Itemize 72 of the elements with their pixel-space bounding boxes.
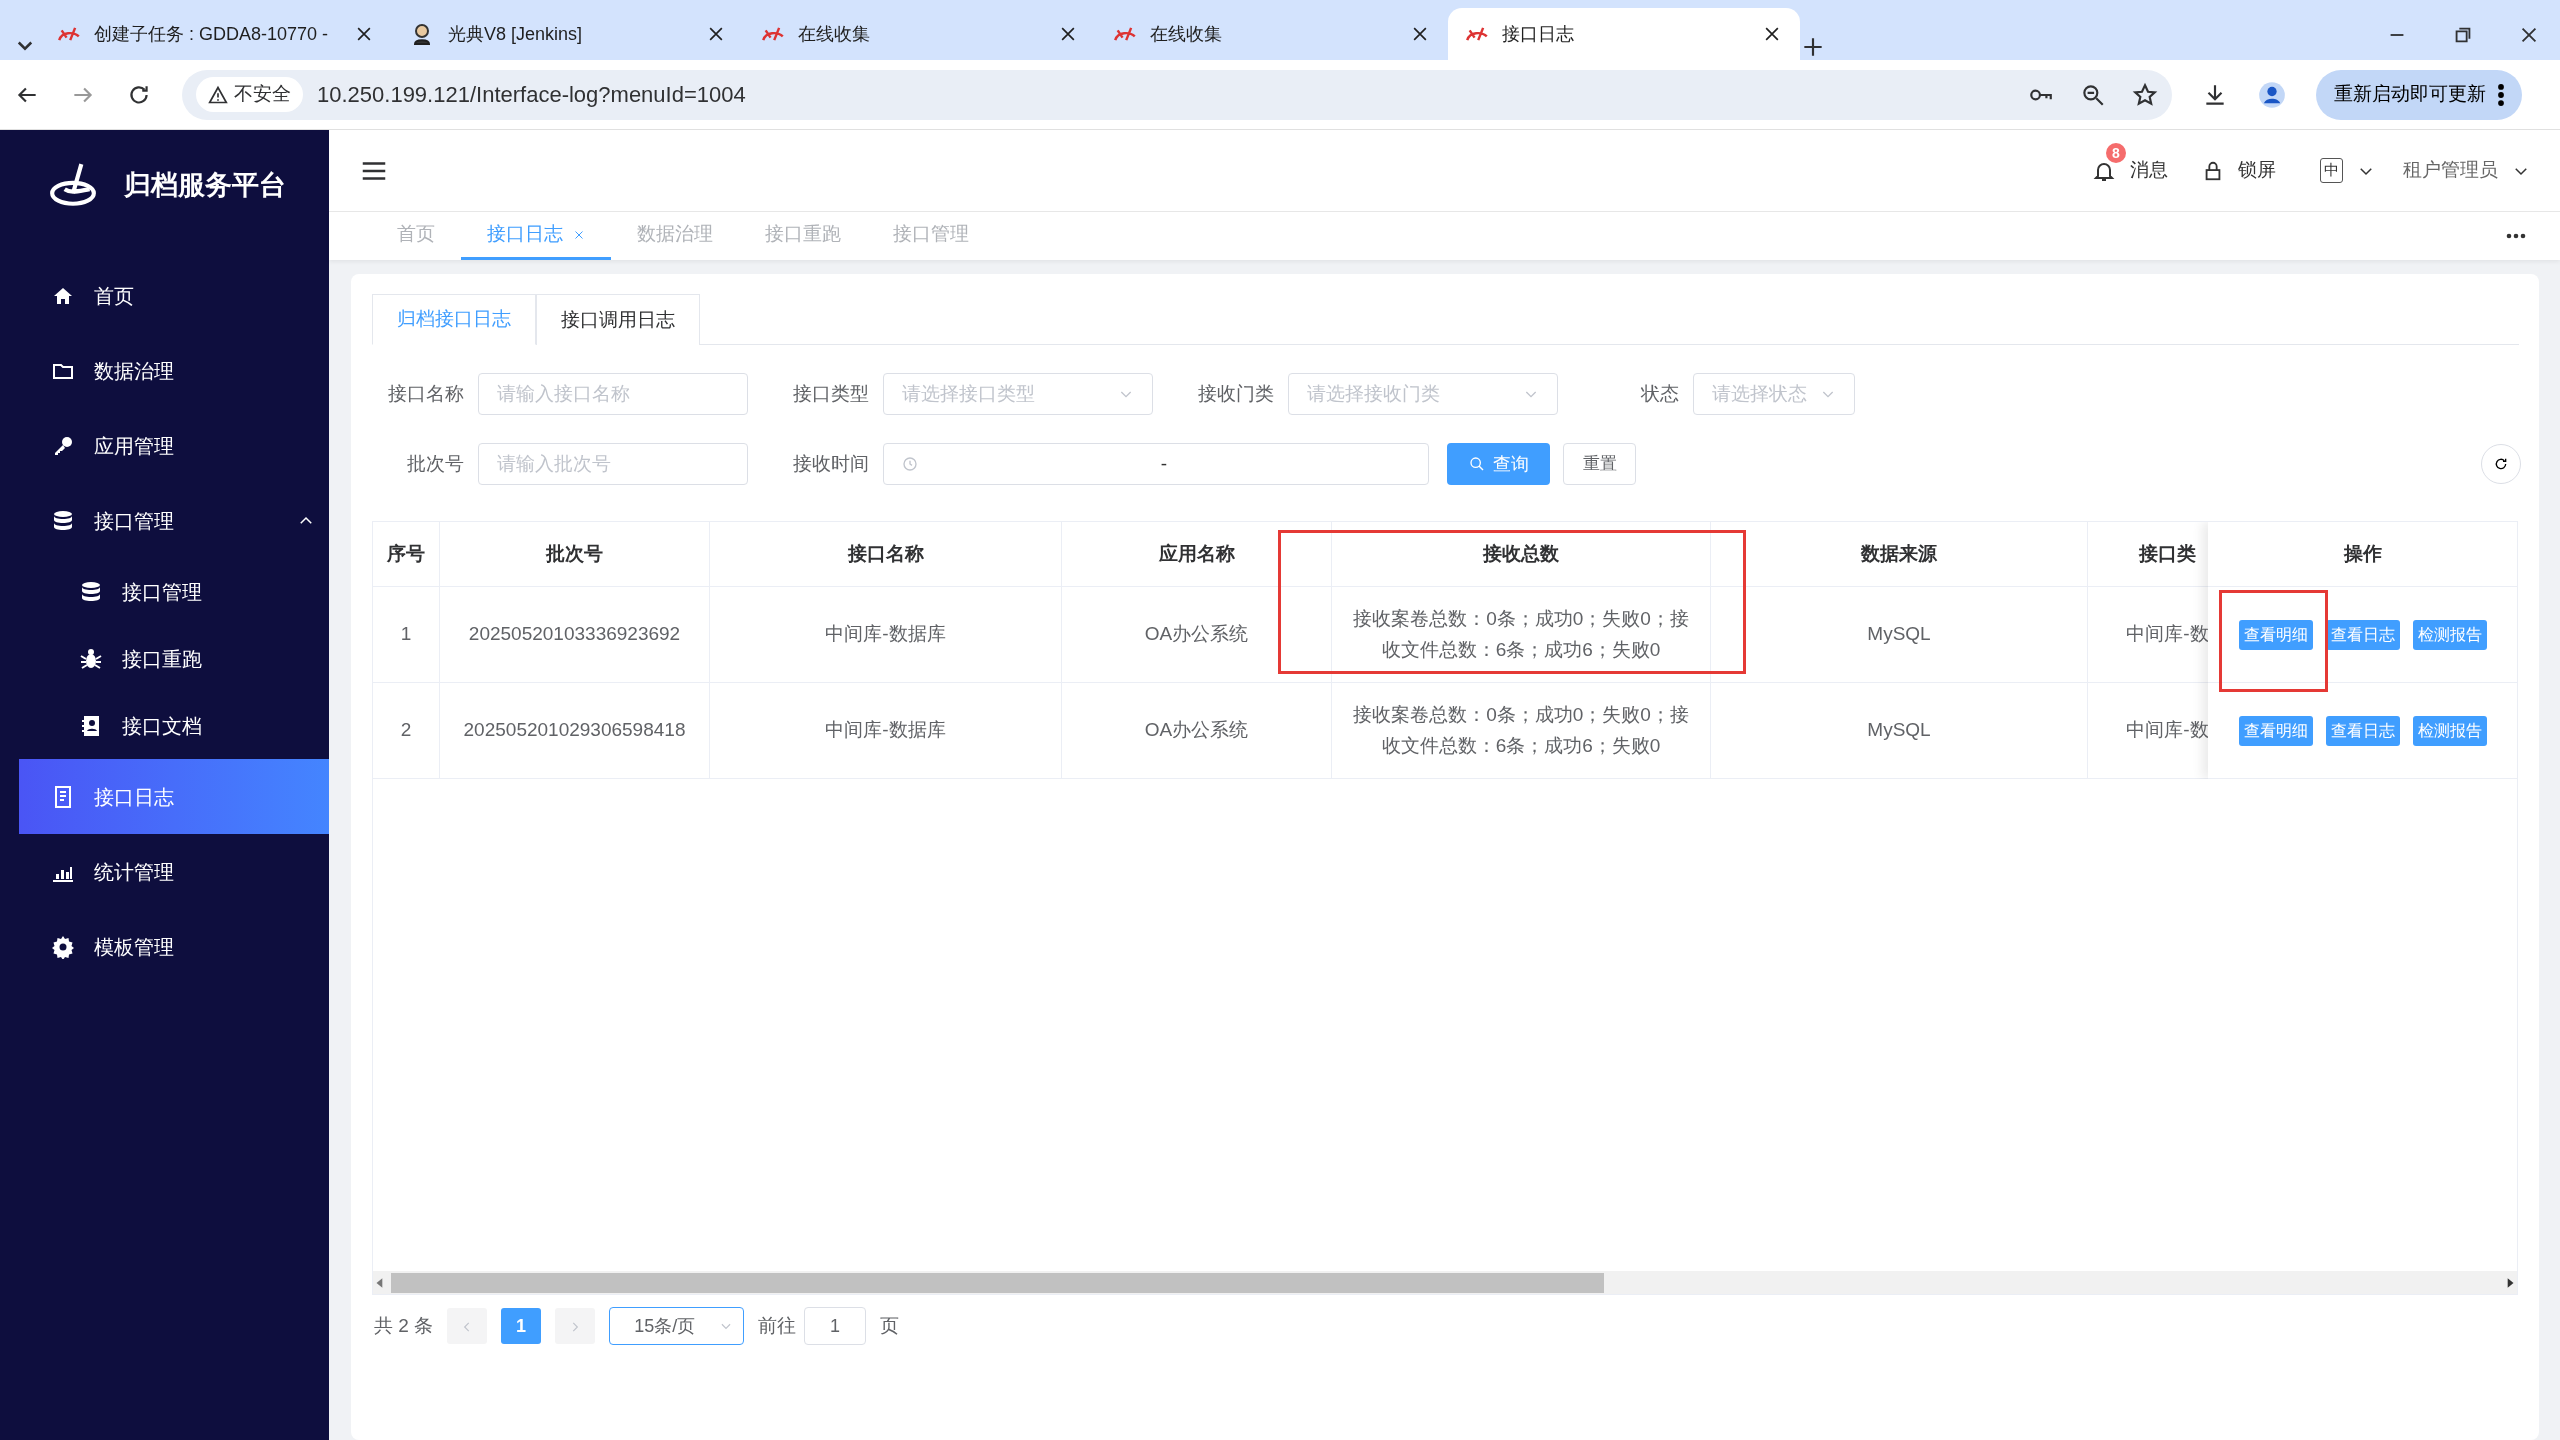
menu-item[interactable]: 接口重跑 [19, 625, 329, 692]
column-header: 接口名称 [710, 522, 1062, 586]
field-label: 批次号 [406, 451, 464, 476]
security-chip[interactable]: 不安全 [196, 77, 303, 112]
menu-item[interactable]: 接口管理 [19, 483, 329, 558]
input-field[interactable]: 请输入批次号 [478, 443, 748, 485]
input-field[interactable]: 请输入接口名称 [478, 373, 748, 415]
column-header: 序号 [373, 522, 440, 586]
field-label: 接口类型 [792, 381, 869, 406]
table-cell: 2 [373, 683, 440, 778]
browser-tab[interactable]: 在线收集 [744, 8, 1096, 60]
table-cell: 中间库-数据库 [710, 683, 1062, 778]
field-label: 接收时间 [792, 451, 869, 476]
table-cell: 1 [373, 587, 440, 682]
page-number-field[interactable]: 1 [804, 1307, 867, 1345]
profile-icon[interactable] [2258, 80, 2286, 109]
menu-item[interactable]: 接口日志 [19, 759, 329, 834]
clock-icon [902, 456, 918, 472]
table-cell: 接收案卷总数：0条；成功0；失败0；接收文件总数：6条；成功6；失败0 [1332, 683, 1711, 778]
table-cell: 202505201029306598418 [440, 683, 710, 778]
language-button[interactable]: 中 [2320, 158, 2343, 183]
column-header: 批次号 [440, 522, 710, 586]
column-header: 数据来源 [1711, 522, 2088, 586]
menu-item[interactable]: 统计管理 [19, 834, 329, 909]
browser-tab[interactable]: 光典V8 [Jenkins] [392, 8, 744, 60]
menu-item[interactable]: 首页 [19, 258, 329, 333]
messages-link[interactable]: 消息 [2130, 156, 2168, 185]
table-cell: MySQL [1711, 683, 2088, 778]
reset-button[interactable]: 重置 [1563, 443, 1636, 485]
user-menu[interactable]: 租户管理员 [2403, 156, 2498, 185]
total-count: 共 2 条 [374, 1313, 434, 1338]
update-button[interactable]: 重新启动即可更新 [2316, 69, 2522, 120]
lock-screen-link[interactable]: 锁屏 [2238, 156, 2276, 185]
page-suffix: 页 [880, 1313, 900, 1338]
warning-icon [208, 84, 228, 105]
star-icon[interactable] [2132, 81, 2158, 108]
database-icon [51, 508, 75, 533]
database-icon [79, 579, 103, 604]
browser-tab[interactable]: 接口日志 [1448, 8, 1800, 60]
menu-item[interactable]: 接口管理 [19, 558, 329, 625]
browser-tab[interactable]: 在线收集 [1096, 8, 1448, 60]
menu-item[interactable]: 应用管理 [19, 408, 329, 483]
field-label: 接收门类 [1197, 381, 1274, 406]
notification-badge: 8 [2106, 142, 2126, 163]
sub-tab[interactable]: 接口调用日志 [536, 294, 700, 345]
column-header: 应用名称 [1062, 522, 1332, 586]
goto-label: 前往 [758, 1313, 797, 1338]
table-cell: 接收案卷总数：0条；成功0；失败0；接收文件总数：6条；成功6；失败0 [1332, 587, 1711, 682]
bug-icon [79, 646, 103, 671]
browser-tab[interactable]: 创建子任务 : GDDA8-10770 - [40, 8, 392, 60]
url-text[interactable]: 10.250.199.121/Interface-log?menuId=1004 [317, 78, 746, 111]
menu-item[interactable]: 模板管理 [19, 909, 329, 984]
page-size-select[interactable]: 15条/页 [609, 1307, 745, 1345]
search-icon [1468, 456, 1485, 472]
table-cell: 中间库-数据库 [710, 587, 1062, 682]
menu-item[interactable]: 数据治理 [19, 333, 329, 408]
table-cell: MySQL [1711, 587, 2088, 682]
refresh-icon [2493, 456, 2509, 472]
menu-item[interactable]: 接口文档 [19, 692, 329, 759]
table-cell: OA办公系统 [1062, 587, 1332, 682]
more-icon [2498, 83, 2504, 106]
table-cell: OA办公系统 [1062, 683, 1332, 778]
refresh-button[interactable] [2481, 444, 2521, 484]
settings-icon [51, 934, 75, 959]
field-label: 接口名称 [387, 381, 464, 406]
field-label: 状态 [1640, 381, 1679, 406]
scrollbar-thumb[interactable] [391, 1272, 1604, 1293]
column-header: 操作 [2343, 541, 2382, 566]
app-title: 归档服务平台 [124, 168, 286, 202]
date-range-field[interactable]: - [883, 443, 1429, 485]
table-cell: 20250520103336923692 [440, 587, 710, 682]
column-header: 接收总数 [1332, 522, 1711, 586]
